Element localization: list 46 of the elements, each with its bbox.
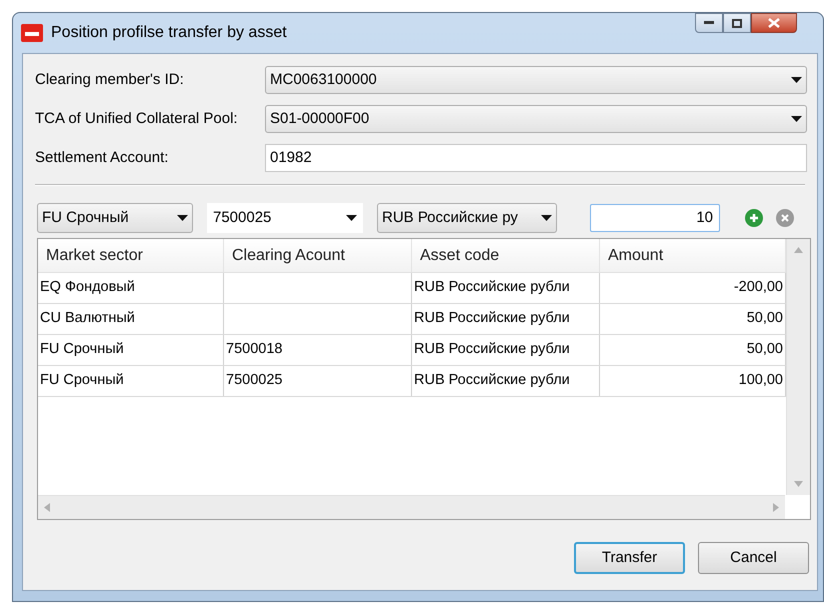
input-field[interactable]: 01982	[265, 144, 807, 172]
amount-field[interactable]: 10	[590, 204, 720, 232]
table-cell: RUB Российские рубли	[412, 366, 600, 396]
minimize-button[interactable]	[695, 13, 723, 33]
close-icon	[768, 18, 780, 28]
scroll-right-icon[interactable]	[773, 503, 779, 512]
minimize-icon	[704, 21, 714, 25]
remove-button[interactable]	[776, 209, 794, 227]
table-cell: FU Срочный	[38, 366, 224, 396]
scroll-down-icon[interactable]	[794, 481, 803, 487]
table-cell: EQ Фондовый	[38, 273, 224, 303]
table-cell: RUB Российские рубли	[412, 304, 600, 334]
scroll-up-icon[interactable]	[794, 247, 803, 253]
column-header[interactable]: Asset code	[412, 239, 600, 272]
plus-icon	[749, 213, 759, 223]
field-label: Clearing member's ID:	[35, 70, 185, 90]
dropdown-caret-icon	[791, 77, 802, 83]
dropdown-field[interactable]: MC0063100000	[265, 66, 807, 94]
app-logo-icon	[21, 24, 43, 42]
dropdown-field[interactable]: S01-00000F00	[265, 105, 807, 133]
dropdown-caret-icon	[541, 215, 552, 221]
field-label: TCA of Unified Collateral Pool:	[35, 108, 239, 129]
window-title: Position profilse transfer by asset	[51, 23, 287, 43]
table-cell: 7500018	[224, 335, 412, 365]
table-cell: RUB Российские рубли	[412, 335, 600, 365]
column-header[interactable]: Market sector	[38, 239, 224, 272]
maximize-button[interactable]	[723, 13, 751, 33]
maximize-icon	[732, 18, 742, 28]
cross-icon	[781, 214, 789, 222]
dropdown-caret-icon	[177, 215, 188, 221]
combo-field[interactable]: 7500025	[207, 203, 363, 233]
table-cell: CU Валютный	[38, 304, 224, 334]
field-label: Settlement Account:	[35, 148, 170, 168]
table-cell: 7500025	[224, 366, 412, 396]
table-cell: RUB Российские рубли	[412, 273, 600, 303]
dialog-button[interactable]: Transfer	[574, 542, 685, 574]
scroll-left-icon[interactable]	[44, 503, 50, 512]
dialog-button[interactable]: Cancel	[698, 542, 809, 574]
add-button[interactable]	[745, 209, 763, 227]
dropdown-caret-icon	[791, 116, 802, 122]
dropdown-field[interactable]: RUB Российские ру	[377, 203, 557, 233]
close-button[interactable]	[751, 13, 797, 33]
table-cell: FU Срочный	[38, 335, 224, 365]
dropdown-caret-icon	[346, 215, 357, 221]
column-header[interactable]: Clearing Acount	[224, 239, 412, 272]
dropdown-field[interactable]: FU Срочный	[37, 203, 193, 233]
